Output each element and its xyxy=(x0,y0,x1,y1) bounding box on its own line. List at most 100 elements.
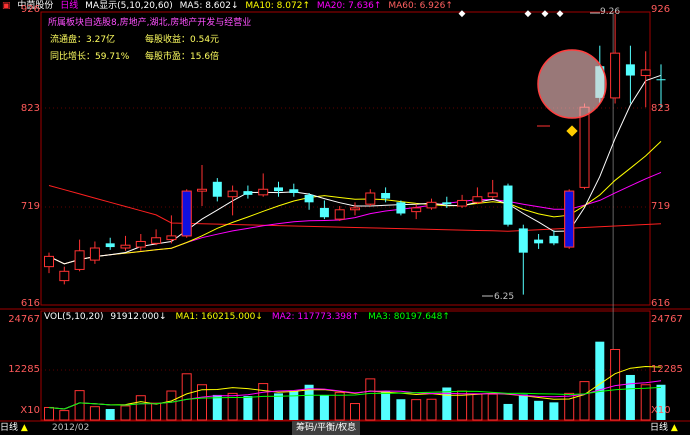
candle-body xyxy=(442,202,452,205)
candle-body xyxy=(89,247,100,261)
candle-body xyxy=(350,207,360,211)
candle-body xyxy=(289,189,299,193)
marker-diamond-0: ◆ xyxy=(459,9,466,19)
sector-info: 所属板块自选股8,房地产,湖北,房地产开发与经营业 xyxy=(48,18,252,28)
price-axis-mid-left: 823 xyxy=(20,103,40,114)
volume-bar xyxy=(518,394,528,420)
volume-bar xyxy=(411,399,422,421)
bottom-right-tab-label: 日线 xyxy=(650,423,669,433)
bottom-date: 2012/02 xyxy=(52,423,90,433)
eps: 每股收益：0.54元 xyxy=(145,35,220,45)
candle-body xyxy=(640,69,651,77)
triangle-up-icon-right: ▲ xyxy=(670,423,678,433)
candle-body xyxy=(44,255,54,268)
volume-bar xyxy=(166,390,177,421)
volume-bar xyxy=(472,393,483,421)
candle-body xyxy=(472,196,483,203)
volume-bar xyxy=(334,392,345,421)
volume-bar xyxy=(44,406,54,421)
candle-body xyxy=(610,52,621,99)
candle-body xyxy=(166,235,177,241)
candle-body xyxy=(212,181,222,197)
price-axis-mid-right: 823 xyxy=(651,103,671,114)
price-axis-mid2-left: 719 xyxy=(20,201,40,212)
candle-body xyxy=(625,64,635,76)
candle-body xyxy=(381,192,391,199)
growth: 同比增长：59.71% xyxy=(50,52,130,62)
candle-body xyxy=(396,202,406,214)
vol-axis-mid-left: 12285 xyxy=(8,364,40,375)
volume-bar xyxy=(549,402,559,420)
candle-body xyxy=(151,237,162,244)
highlighted-candle xyxy=(564,190,575,248)
candle-body xyxy=(105,243,115,248)
volume-bar xyxy=(243,396,253,420)
vol-value: 91912.000↓ xyxy=(110,312,167,322)
chart-header: ▣ 中茵股份 日线 MA显示(5,10,20,60) MA5: 8.602↓ M… xyxy=(2,0,457,12)
volume-bar xyxy=(74,390,85,421)
volume-bar xyxy=(365,378,376,421)
volume-bar xyxy=(426,398,437,421)
candle-body xyxy=(365,192,376,205)
candle-body xyxy=(274,187,283,192)
candle-body xyxy=(656,79,666,81)
volume-bar xyxy=(640,384,651,421)
signal-diamond xyxy=(566,125,578,137)
candle-body xyxy=(227,190,238,198)
candle-body xyxy=(258,188,269,196)
volume-header: VOL(5,10,20) 91912.000↓ MA1: 160215.000↓… xyxy=(44,311,450,323)
volume-bar xyxy=(625,374,635,420)
vol-ma2: MA2: 117773.398↑ xyxy=(271,312,360,322)
ma-setting: MA显示(5,10,20,60) xyxy=(85,1,173,11)
float-cap: 流通盘：3.27亿 xyxy=(50,35,116,45)
low-price-label: 6.25 xyxy=(494,292,515,302)
price-axis-bottom-left: 616 xyxy=(20,298,40,309)
volume-bar xyxy=(89,406,100,421)
volume-bar xyxy=(564,392,575,421)
volume-bar xyxy=(534,400,544,420)
candle-body xyxy=(197,188,207,192)
candle-body xyxy=(334,209,345,220)
candle-body xyxy=(243,191,253,195)
volume-bar xyxy=(595,341,605,420)
volume-bar xyxy=(381,391,391,420)
marker-diamond-3: ◆ xyxy=(557,9,564,19)
ma20-value: MA20: 7.636↑ xyxy=(316,1,382,11)
candle-body xyxy=(411,207,422,213)
marker-diamond-2: ◆ xyxy=(542,9,549,19)
highlighted-candle xyxy=(181,190,192,237)
ma60-value: MA60: 6.926↑ xyxy=(388,1,453,11)
price-axis-mid2-right: 719 xyxy=(651,201,671,212)
candle-body xyxy=(579,106,590,188)
volume-bar xyxy=(105,409,115,420)
vol-axis-top-right: 24767 xyxy=(651,314,683,325)
high-price-label: 9.26 xyxy=(600,7,621,17)
candle-body xyxy=(457,199,468,207)
vol-ma1: MA1: 160215.000↓ xyxy=(175,312,263,322)
period-label[interactable]: 日线 xyxy=(60,1,78,11)
volume-bar xyxy=(258,383,269,421)
price-axis-top-left: 926 xyxy=(20,4,40,15)
candle-body xyxy=(534,239,544,244)
marker-diamond-1: ◆ xyxy=(525,9,532,19)
bottom-tabs[interactable]: 筹码/平衡/权息 xyxy=(292,421,361,435)
volume-bar xyxy=(151,402,162,421)
vol-axis-unit-left: X10 xyxy=(20,405,40,416)
volume-bar xyxy=(350,403,360,421)
volume-bar xyxy=(274,393,283,420)
volume-bar xyxy=(579,381,590,421)
bottom-right-period-tab[interactable]: 日线 ▲ xyxy=(650,421,678,435)
vol-axis-unit-right: X10 xyxy=(651,405,671,416)
candle-body xyxy=(59,270,70,282)
bottom-left-period-tab[interactable]: 日线 ▲ xyxy=(0,421,28,435)
volume-bar xyxy=(487,393,498,421)
kline-chart[interactable]: ◆ ◆ ◆ ◆ xyxy=(0,0,690,435)
ma10-value: MA10: 8.072↑ xyxy=(245,1,310,11)
volume-bar xyxy=(120,405,131,421)
candle-body xyxy=(549,235,559,244)
candle-body xyxy=(487,192,498,198)
candle-body xyxy=(426,201,437,209)
volume-bar xyxy=(396,399,406,420)
volume-bar xyxy=(181,373,192,421)
vol-axis-top-left: 24767 xyxy=(8,314,40,325)
